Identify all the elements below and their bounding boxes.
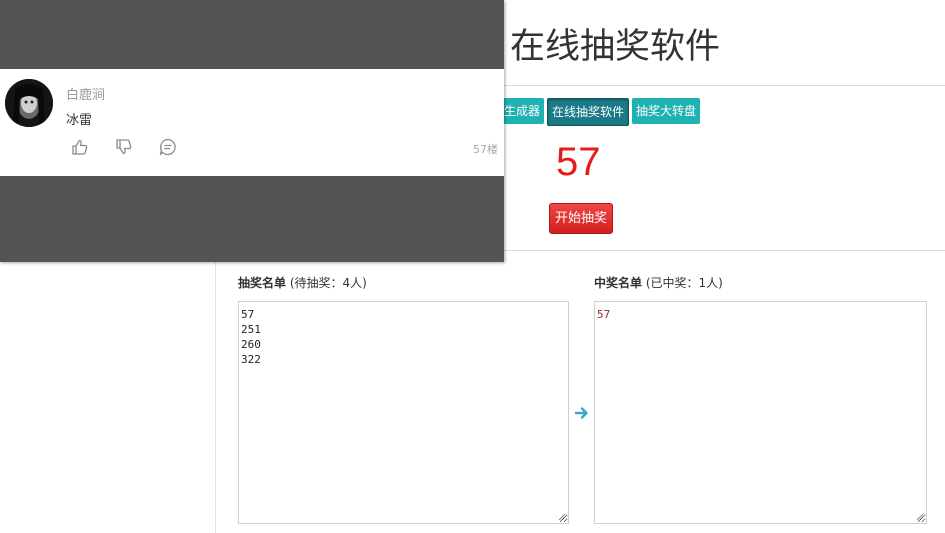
start-lottery-button[interactable]: 开始抽奖 [549,203,614,234]
pool-label: 抽奖名单 (待抽奖：4人) [238,274,367,291]
pool-textarea[interactable]: 57 251 260 322 [238,301,569,524]
winner-label-count: (已中奖：1人) [642,276,723,290]
nav-online-lottery-button[interactable]: 在线抽奖软件 [547,98,630,126]
resize-grip-icon[interactable] [916,513,924,521]
nav-prize-wheel-button[interactable]: 抽奖大转盘 [632,98,701,124]
winner-textarea[interactable]: 57 [594,301,927,524]
winner-entries: 57 [597,308,611,321]
resize-grip-icon[interactable] [558,513,566,521]
winner-label-title: 中奖名单 [594,276,643,290]
avatar[interactable] [5,79,53,127]
comment-overlay: 白鹿涧 冰雷 57楼 [0,0,504,262]
avatar-image-icon [5,79,53,127]
winner-label: 中奖名单 (已中奖：1人) [594,274,723,291]
comment-text: 冰雷 [66,113,93,128]
thumbs-up-icon[interactable] [70,137,90,157]
comment-card: 白鹿涧 冰雷 57楼 [0,69,504,176]
arrow-right-icon [574,407,588,419]
comment-username[interactable]: 白鹿涧 [66,84,105,103]
thumbs-down-icon[interactable] [114,137,134,157]
pool-label-title: 抽奖名单 [238,276,287,290]
pool-entries: 57 251 260 322 [241,308,261,366]
reply-icon[interactable] [158,137,178,157]
left-divider [215,250,216,533]
page-title: 在线抽奖软件 [510,27,721,67]
pool-label-count: (待抽奖：4人) [286,276,367,290]
nav-generator-button[interactable]: 生成器 [502,98,545,124]
comment-floor: 57楼 [473,143,498,156]
result-number: 57 [556,140,601,184]
